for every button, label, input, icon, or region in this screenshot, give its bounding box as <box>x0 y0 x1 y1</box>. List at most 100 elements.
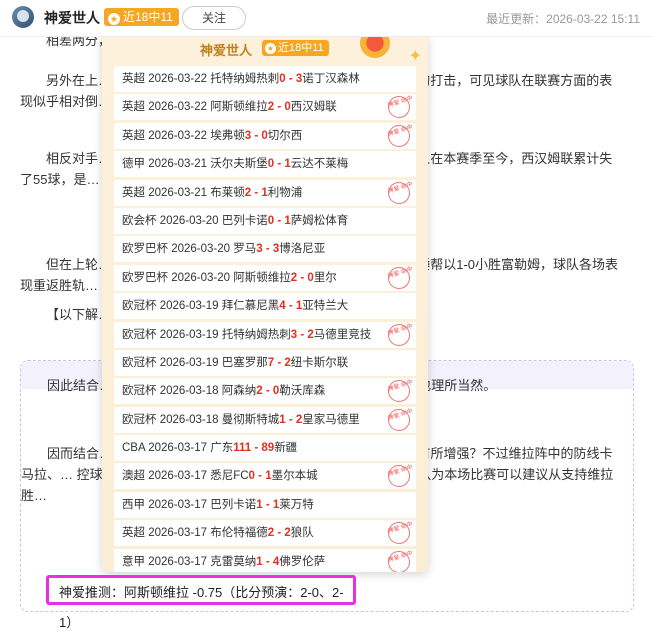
score-separator: - <box>285 413 296 426</box>
match-away: 诺丁汉森林 <box>302 73 360 85</box>
match-home: 英超 2026-03-22 埃弗顿 <box>122 129 245 142</box>
author-record-popup: 神爱世人 ★ 近18中11 ✦ 英超 2026-03-22 托特纳姆热刺0 - 3… <box>102 34 428 572</box>
match-record-row[interactable]: 欧冠杯 2026-03-18 阿森纳2 - 0勒沃库森 神爱 命中 <box>114 378 416 405</box>
match-record-list: 英超 2026-03-22 托特纳姆热刺0 - 3诺丁汉森林 英超 2026-03… <box>114 66 416 572</box>
score-separator: - <box>262 385 273 398</box>
record-badge-text: 近18中11 <box>123 10 173 24</box>
popup-author-name: 神爱世人 <box>200 43 253 58</box>
match-record-row[interactable]: 欧罗巴杯 2026-03-20 罗马3 - 3博洛尼亚 <box>114 236 416 263</box>
match-home: 英超 2026-03-21 布莱顿 <box>122 186 245 199</box>
away-score: 89 <box>261 442 275 455</box>
match-away: 云达不莱梅 <box>290 158 349 171</box>
score-separator: - <box>274 527 285 540</box>
match-record-row[interactable]: CBA 2026-03-17 广东111 - 89新疆 <box>114 435 416 462</box>
hit-stamp-icon: 神爱 命中 <box>385 122 414 149</box>
match-away: 萨姆松体育 <box>290 214 349 227</box>
match-home: 西甲 2026-03-17 巴列卡诺 <box>122 498 257 511</box>
match-record-row[interactable]: 欧冠杯 2026-03-19 巴塞罗那7 - 2纽卡斯尔联 <box>114 349 416 376</box>
score-separator: - <box>251 186 262 199</box>
match-record-row[interactable]: 英超 2026-03-22 托特纳姆热刺0 - 3诺丁汉森林 <box>114 66 416 92</box>
article-header: 神爱世人 ★ 近18中11 关注 最近更新：2026-03-22 15:11 <box>0 0 652 37</box>
match-away: 博洛尼亚 <box>279 243 326 256</box>
match-home: CBA 2026-03-17 广东 <box>122 442 234 455</box>
match-home: 英超 2026-03-22 阿斯顿维拉 <box>122 101 268 114</box>
hit-stamp-icon: 神爱 命中 <box>385 406 414 433</box>
match-away: 佛罗伦萨 <box>279 555 326 568</box>
score-separator: - <box>251 442 262 455</box>
match-record-row[interactable]: 欧冠杯 2026-03-19 拜仁慕尼黑4 - 1亚特兰大 <box>114 293 416 320</box>
medal-icon <box>360 34 390 58</box>
match-away: 莱万特 <box>279 498 314 511</box>
home-score: 111 <box>233 442 252 455</box>
match-away: 纽卡斯尔联 <box>290 356 349 369</box>
match-away: 狼队 <box>290 527 314 540</box>
score-separator: - <box>262 243 273 256</box>
score-separator: - <box>297 328 308 341</box>
score-separator: - <box>254 470 266 483</box>
follow-button[interactable]: 关注 <box>182 6 246 30</box>
score-separator: - <box>274 158 285 171</box>
hit-stamp-icon: 神爱 命中 <box>385 548 414 572</box>
match-away: 勒沃库森 <box>279 385 326 398</box>
author-name[interactable]: 神爱世人 <box>44 8 100 28</box>
hit-stamp-icon: 神爱 命中 <box>385 378 414 405</box>
hit-stamp-icon: 神爱 命中 <box>385 463 414 490</box>
score-separator: - <box>285 73 296 85</box>
author-avatar[interactable] <box>12 6 34 28</box>
score-separator: - <box>274 101 285 114</box>
match-record-row[interactable]: 英超 2026-03-22 埃弗顿3 - 0切尔西 神爱 命中 <box>114 122 416 149</box>
popup-record-badge-text: 近18中11 <box>278 42 324 54</box>
match-home: 欧会杯 2026-03-20 巴列卡诺 <box>122 214 268 227</box>
match-home: 欧冠杯 2026-03-19 托特纳姆热刺 <box>122 328 291 341</box>
match-away: 西汉姆联 <box>290 101 337 114</box>
last-updated: 最近更新：2026-03-22 15:11 <box>486 12 640 26</box>
match-away: 墨尔本城 <box>271 470 318 483</box>
match-away: 皇家马德里 <box>302 413 360 426</box>
star-icon: ★ <box>265 43 276 54</box>
hit-stamp-icon: 神爱 命中 <box>385 520 414 547</box>
record-badge: ★ 近18中11 <box>104 8 179 26</box>
sparkle-icon: ✦ <box>408 48 422 65</box>
match-record-row[interactable]: 西甲 2026-03-17 巴列卡诺1 - 1莱万特 <box>114 491 416 518</box>
match-record-row[interactable]: 欧罗巴杯 2026-03-20 阿斯顿维拉2 - 0里尔 神爱 命中 <box>114 264 416 291</box>
match-home: 欧冠杯 2026-03-18 曼彻斯特城 <box>122 413 280 426</box>
match-home: 欧罗巴杯 2026-03-20 阿斯顿维拉 <box>122 271 291 284</box>
match-home: 意甲 2026-03-17 克雷莫纳 <box>122 555 257 568</box>
match-record-row[interactable]: 欧冠杯 2026-03-19 托特纳姆热刺3 - 2马德里竞技 神爱 命中 <box>114 321 416 348</box>
popup-record-badge: ★ 近18中11 <box>262 40 329 56</box>
match-record-row[interactable]: 欧冠杯 2026-03-18 曼彻斯特城1 - 2皇家马德里 神爱 命中 <box>114 406 416 433</box>
score-separator: - <box>285 300 296 313</box>
match-home: 澳超 2026-03-17 悉尼FC <box>122 470 249 483</box>
match-away: 切尔西 <box>267 129 303 142</box>
match-away: 新疆 <box>274 442 298 455</box>
match-record-row[interactable]: 欧会杯 2026-03-20 巴列卡诺0 - 1萨姆松体育 <box>114 207 416 234</box>
match-record-row[interactable]: 英超 2026-03-22 阿斯顿维拉2 - 0西汉姆联 神爱 命中 <box>114 94 416 121</box>
hit-stamp-icon: 神爱 命中 <box>385 94 414 121</box>
score-separator: - <box>262 555 273 568</box>
match-home: 欧冠杯 2026-03-19 巴塞罗那 <box>122 356 268 369</box>
hit-stamp-icon: 神爱 命中 <box>385 321 414 348</box>
hit-stamp-icon: 神爱 命中 <box>385 264 414 291</box>
match-home: 德甲 2026-03-21 沃尔夫斯堡 <box>122 158 268 171</box>
match-record-row[interactable]: 德甲 2026-03-21 沃尔夫斯堡0 - 1云达不莱梅 <box>114 151 416 178</box>
score-separator: - <box>274 214 285 227</box>
match-home: 欧冠杯 2026-03-18 阿森纳 <box>122 385 257 398</box>
match-home: 英超 2026-03-22 托特纳姆热刺 <box>122 73 280 85</box>
score-separator: - <box>262 498 273 511</box>
match-away: 利物浦 <box>267 186 303 199</box>
match-home: 欧冠杯 2026-03-19 拜仁慕尼黑 <box>122 300 280 313</box>
match-record-row[interactable]: 澳超 2026-03-17 悉尼FC0 - 1墨尔本城 神爱 命中 <box>114 463 416 490</box>
match-record-row[interactable]: 英超 2026-03-21 布莱顿2 - 1利物浦 神爱 命中 <box>114 179 416 206</box>
score-separator: - <box>297 271 308 284</box>
match-away: 里尔 <box>313 271 337 284</box>
match-record-row[interactable]: 意甲 2026-03-17 克雷莫纳1 - 4佛罗伦萨 神爱 命中 <box>114 548 416 572</box>
match-away: 马德里竞技 <box>313 328 372 341</box>
score-separator: - <box>251 129 262 142</box>
score-separator: - <box>274 356 285 369</box>
match-home: 欧罗巴杯 2026-03-20 罗马 <box>122 243 257 256</box>
star-icon: ★ <box>108 13 120 25</box>
prediction-highlight: 神爱推测：阿斯顿维拉 -0.75（比分预演：2-0、2-1） <box>46 575 356 630</box>
match-record-row[interactable]: 英超 2026-03-17 布伦特福德2 - 2狼队 神爱 命中 <box>114 520 416 547</box>
match-home: 英超 2026-03-17 布伦特福德 <box>122 527 268 540</box>
match-away: 亚特兰大 <box>302 300 349 313</box>
